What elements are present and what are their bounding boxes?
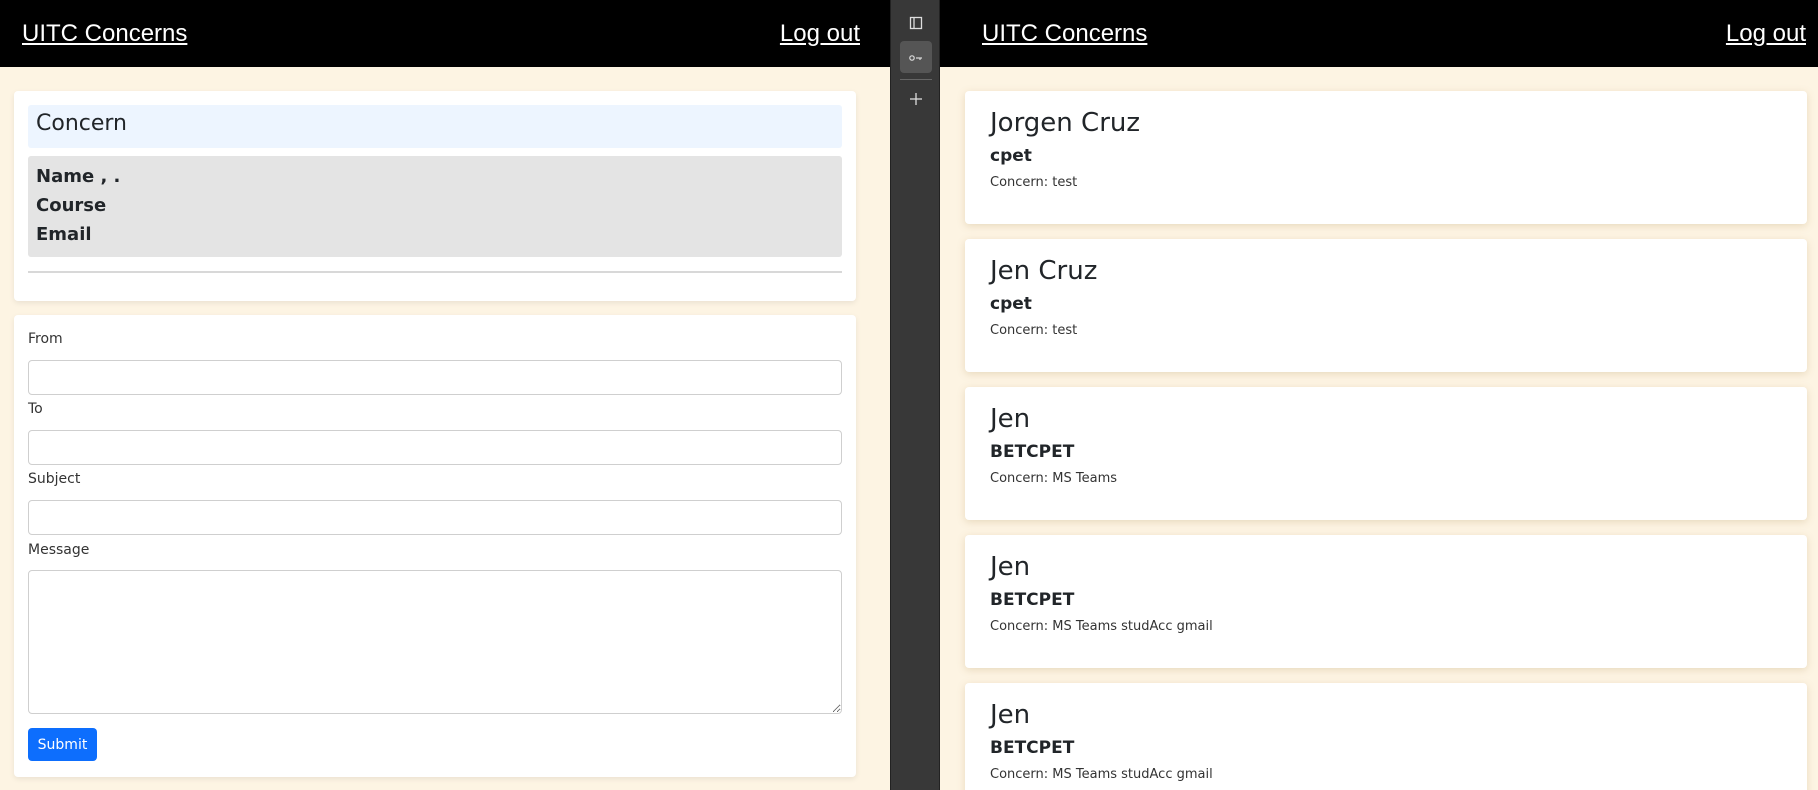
message-label: Message — [28, 542, 90, 558]
entry-concern: Concern: MS Teams — [990, 471, 1118, 486]
message-textarea[interactable] — [28, 570, 842, 714]
divider — [28, 271, 842, 273]
keyboard-icon — [908, 48, 924, 67]
concern-card: Concern Name , . Course Email — [14, 91, 856, 301]
entry-concern: Concern: test — [990, 175, 1078, 190]
submit-button[interactable]: Submit — [28, 728, 97, 761]
navbar: UITC Concerns Log out — [0, 0, 890, 67]
entry-concern: Concern: MS Teams studAcc gmail — [990, 619, 1213, 634]
navbar: UITC Concerns Log out — [940, 0, 1818, 67]
keyboard-button[interactable] — [900, 41, 932, 73]
toolbar-separator — [900, 79, 932, 80]
side-toolbar — [890, 0, 940, 790]
to-input[interactable] — [28, 430, 842, 465]
from-input[interactable] — [28, 360, 842, 395]
entry-course: BETCPET — [990, 590, 1075, 610]
concern-entry[interactable]: Jen BETCPET Concern: MS Teams — [965, 387, 1807, 520]
to-label: To — [28, 401, 43, 417]
logout-link[interactable]: Log out — [780, 20, 860, 48]
subject-label: Subject — [28, 471, 81, 487]
plus-icon — [909, 91, 923, 110]
concern-entry[interactable]: Jen Cruz cpet Concern: test — [965, 239, 1807, 372]
entry-name: Jorgen Cruz — [990, 108, 1141, 138]
concern-entry[interactable]: Jen BETCPET Concern: MS Teams studAcc gm… — [965, 535, 1807, 668]
entry-concern: Concern: test — [990, 323, 1078, 338]
panel-icon — [909, 15, 923, 34]
entry-name: Jen — [990, 700, 1031, 730]
concern-entry[interactable]: Jorgen Cruz cpet Concern: test — [965, 91, 1807, 224]
add-button[interactable] — [900, 84, 932, 116]
brand-link[interactable]: UITC Concerns — [982, 20, 1147, 48]
email-line: Email — [36, 224, 92, 245]
concern-entry[interactable]: Jen BETCPET Concern: MS Teams studAcc gm… — [965, 683, 1807, 790]
email-form: From To Subject Message Submit — [14, 315, 856, 777]
entry-name: Jen — [990, 404, 1031, 434]
from-label: From — [28, 331, 63, 347]
left-pane: UITC Concerns Log out Concern Name , . C… — [0, 0, 890, 790]
name-line: Name , . — [36, 166, 121, 187]
entry-course: BETCPET — [990, 442, 1075, 462]
entry-course: cpet — [990, 146, 1032, 166]
entry-name: Jen — [990, 552, 1031, 582]
concern-info: Name , . Course Email — [28, 156, 842, 257]
course-line: Course — [36, 195, 107, 216]
entry-concern: Concern: MS Teams studAcc gmail — [990, 767, 1213, 782]
right-pane: UITC Concerns Log out Jorgen Cruz cpet C… — [940, 0, 1818, 790]
logout-link[interactable]: Log out — [1726, 20, 1806, 48]
subject-input[interactable] — [28, 500, 842, 535]
concern-title: Concern — [28, 105, 842, 148]
entry-course: BETCPET — [990, 738, 1075, 758]
entry-name: Jen Cruz — [990, 256, 1098, 286]
panel-button[interactable] — [900, 8, 932, 40]
entry-course: cpet — [990, 294, 1032, 314]
brand-link[interactable]: UITC Concerns — [22, 20, 187, 48]
